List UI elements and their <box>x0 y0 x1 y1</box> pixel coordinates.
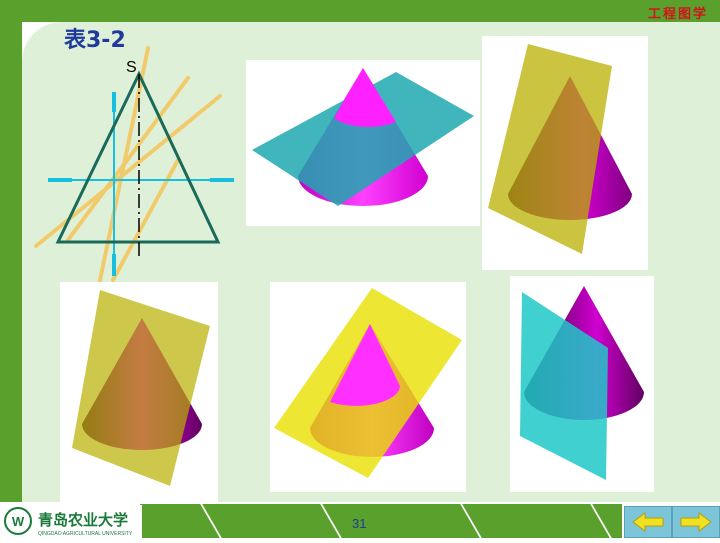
logo-subtext: QINGDAO AGRICULTURAL UNIVERSITY <box>38 531 133 537</box>
panel-hyperbola-section <box>510 276 654 492</box>
university-logo: W 青岛农业大学 QINGDAO AGRICULTURAL UNIVERSITY <box>2 505 142 538</box>
cutting-plane <box>72 290 210 486</box>
cone-section-diagram: S <box>34 46 234 292</box>
section-line-3 <box>96 46 150 292</box>
footer-strip <box>140 504 622 538</box>
page-number: 31 <box>352 516 367 531</box>
left-band <box>0 0 22 540</box>
next-button[interactable] <box>672 506 720 538</box>
logo-text: 青岛农业大学 <box>38 511 128 529</box>
svg-text:W: W <box>12 514 25 529</box>
cutting-plane <box>488 44 612 254</box>
apex-label: S <box>126 59 137 76</box>
prev-button[interactable] <box>624 506 672 538</box>
panel-ellipse-section <box>246 60 480 226</box>
panel-oblique-section <box>270 282 466 492</box>
right-arrow-icon <box>680 512 712 532</box>
panel-parabola-section <box>60 282 218 502</box>
section-line-2 <box>66 76 190 242</box>
top-band <box>0 0 720 22</box>
section-line-1 <box>34 94 222 248</box>
panel-triangle-section <box>482 36 648 270</box>
course-title: 工程图学 <box>647 7 708 22</box>
slide: 工程图学 表3-2 S 31 W 青岛农业大学 QINGDAO AGRICULT… <box>0 0 720 540</box>
left-arrow-icon <box>632 512 664 532</box>
